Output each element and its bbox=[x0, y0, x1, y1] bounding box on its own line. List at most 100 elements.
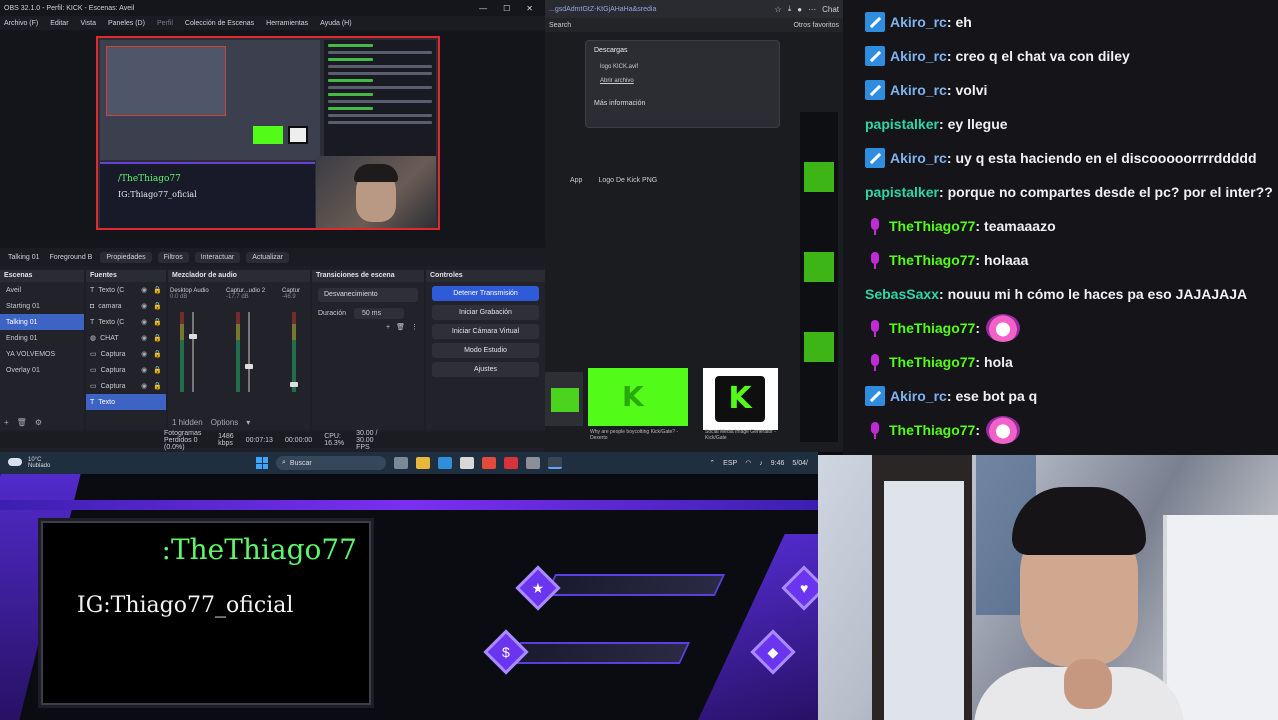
trash-icon[interactable]: 🗑 bbox=[17, 418, 27, 427]
menu-perfil[interactable]: Perfil bbox=[157, 20, 173, 27]
lock-icon[interactable]: 🔒 bbox=[153, 302, 162, 310]
app-tab[interactable]: App bbox=[570, 177, 582, 184]
source-item[interactable]: ▭ Captura ◉ 🔒 bbox=[86, 346, 166, 362]
lock-icon[interactable]: 🔒 bbox=[153, 334, 162, 342]
chat-username[interactable]: TheThiago77 bbox=[889, 320, 975, 336]
search-query[interactable]: Logo De Kick PNG bbox=[598, 177, 657, 184]
virtual-camera-button[interactable]: Iniciar Cámara Virtual bbox=[432, 324, 539, 339]
eye-icon[interactable]: ◉ bbox=[141, 382, 147, 390]
lock-icon[interactable]: 🔒 bbox=[153, 382, 162, 390]
menu-archivo[interactable]: Archivo (F) bbox=[4, 20, 38, 27]
eye-icon[interactable]: ◉ bbox=[141, 318, 147, 326]
thumbnail-caption[interactable]: Why are people boycotting Kick/Gate? - D… bbox=[590, 429, 690, 441]
lock-icon[interactable]: 🔒 bbox=[153, 350, 162, 358]
fader-knob[interactable] bbox=[245, 364, 253, 369]
store-icon[interactable] bbox=[460, 457, 474, 469]
download-file[interactable]: logo KICK.avif bbox=[586, 60, 779, 74]
chevron-up-icon[interactable]: ⌃ bbox=[709, 459, 715, 467]
source-item-selected[interactable]: T Texto bbox=[86, 394, 166, 410]
chat-username[interactable]: TheThiago77 bbox=[889, 218, 975, 234]
options-button[interactable]: Options bbox=[211, 418, 239, 427]
address-bar[interactable]: ...gsdAdmtGtZ-KtGjAHaHa&sredia bbox=[549, 6, 769, 13]
chat-username[interactable]: Akiro_rc bbox=[890, 388, 947, 404]
clock[interactable]: 9:46 bbox=[771, 460, 785, 467]
more-icon[interactable]: ⋯ bbox=[808, 5, 816, 14]
star-icon[interactable]: ☆ bbox=[775, 5, 782, 14]
add-icon[interactable]: + bbox=[4, 418, 9, 427]
eye-icon[interactable]: ◉ bbox=[141, 350, 147, 358]
chat-username[interactable]: TheThiago77 bbox=[889, 422, 975, 438]
app-icon[interactable] bbox=[504, 457, 518, 469]
add-icon[interactable]: + bbox=[386, 324, 390, 331]
scene-item[interactable]: Starting 01 bbox=[0, 298, 84, 314]
volume-fader[interactable] bbox=[192, 312, 194, 392]
settings-button[interactable]: Ajustes bbox=[432, 362, 539, 377]
filters-button[interactable]: Filtros bbox=[157, 251, 189, 263]
kick-logo-dark-thumbnail[interactable]: K bbox=[703, 368, 778, 430]
more-icon[interactable]: ⋮ bbox=[411, 323, 418, 331]
chevron-down-icon[interactable]: ▾ bbox=[246, 418, 250, 427]
transition-select[interactable]: Desvanecimiento bbox=[318, 288, 418, 302]
menu-vista[interactable]: Vista bbox=[81, 20, 96, 27]
interact-button[interactable]: Interactuar bbox=[194, 251, 241, 263]
program-preview[interactable]: /TheThiago77 IG:Thiago77_oficial bbox=[96, 36, 440, 230]
chat-username[interactable]: papistalker bbox=[865, 184, 939, 200]
eye-icon[interactable]: ◉ bbox=[141, 366, 147, 374]
chat-button[interactable]: Chat bbox=[822, 5, 839, 14]
source-item[interactable]: ▭ Captura ◉ 🔒 bbox=[86, 362, 166, 378]
source-item[interactable]: ▭ Captura ◉ 🔒 bbox=[86, 378, 166, 394]
source-item[interactable]: ◘ camara ◉ 🔒 bbox=[86, 298, 166, 314]
chat-username[interactable]: Akiro_rc bbox=[890, 82, 947, 98]
chat-username[interactable]: Akiro_rc bbox=[890, 14, 947, 30]
chrome-icon[interactable] bbox=[482, 457, 496, 469]
minimize-icon[interactable]: — bbox=[479, 4, 487, 13]
edge-icon[interactable] bbox=[438, 457, 452, 469]
other-bookmarks[interactable]: Otros favoritos bbox=[793, 22, 839, 29]
kick-logo-thumbnail[interactable]: K bbox=[588, 368, 688, 426]
menu-herramientas[interactable]: Herramientas bbox=[266, 20, 308, 27]
lang-indicator[interactable]: ESP bbox=[723, 460, 737, 467]
menu-coleccion[interactable]: Colección de Escenas bbox=[185, 20, 254, 27]
settings-icon[interactable] bbox=[526, 457, 540, 469]
settings-icon[interactable]: ⚙ bbox=[35, 418, 42, 427]
chat-username[interactable]: papistalker bbox=[865, 116, 939, 132]
side-image-strip[interactable] bbox=[800, 112, 838, 442]
open-file-link[interactable]: Abrir archivo bbox=[586, 74, 779, 88]
chat-username[interactable]: SebasSaxx bbox=[865, 286, 939, 302]
duration-input[interactable]: 50 ms bbox=[354, 308, 405, 319]
close-icon[interactable]: ✕ bbox=[526, 4, 533, 13]
menu-ayuda[interactable]: Ayuda (H) bbox=[320, 20, 351, 27]
more-info-link[interactable]: Más información bbox=[586, 88, 779, 119]
scene-item[interactable]: Aveil bbox=[0, 282, 84, 298]
chat-username[interactable]: Akiro_rc bbox=[890, 150, 947, 166]
trash-icon[interactable]: 🗑 bbox=[396, 323, 405, 331]
source-item[interactable]: ◍ CHAT ◉ 🔒 bbox=[86, 330, 166, 346]
thumbnail-caption[interactable]: Social Media Image Generator - Kick/Gate bbox=[705, 429, 780, 441]
fader-knob[interactable] bbox=[290, 382, 298, 387]
profile-icon[interactable]: ● bbox=[797, 5, 802, 14]
stop-stream-button[interactable]: Detener Transmisión bbox=[432, 286, 539, 301]
file-explorer-icon[interactable] bbox=[416, 457, 430, 469]
scene-item[interactable]: YA VOLVEMOS bbox=[0, 346, 84, 362]
lock-icon[interactable]: 🔒 bbox=[153, 286, 162, 294]
chat-username[interactable]: TheThiago77 bbox=[889, 252, 975, 268]
task-view-icon[interactable] bbox=[394, 457, 408, 469]
scene-item[interactable]: Ending 01 bbox=[0, 330, 84, 346]
wifi-icon[interactable]: ◠ bbox=[745, 459, 751, 467]
eye-icon[interactable]: ◉ bbox=[141, 334, 147, 342]
scene-item-selected[interactable]: Talking 01 bbox=[0, 314, 84, 330]
weather-widget[interactable]: 10°C Nublado bbox=[0, 457, 250, 469]
menu-paneles[interactable]: Paneles (D) bbox=[108, 20, 145, 27]
obs-icon[interactable] bbox=[548, 457, 562, 469]
windows-start-icon[interactable] bbox=[256, 457, 268, 469]
taskbar-search[interactable]: ⌕ Buscar bbox=[276, 456, 386, 470]
menu-editar[interactable]: Editar bbox=[50, 20, 68, 27]
chat-username[interactable]: Akiro_rc bbox=[890, 48, 947, 64]
eye-icon[interactable]: ◉ bbox=[141, 286, 147, 294]
lock-icon[interactable]: 🔒 bbox=[153, 366, 162, 374]
maximize-icon[interactable]: ☐ bbox=[503, 4, 510, 13]
start-recording-button[interactable]: Iniciar Grabación bbox=[432, 305, 539, 320]
refresh-button[interactable]: Actualizar bbox=[246, 251, 289, 263]
volume-fader[interactable] bbox=[248, 312, 250, 392]
lock-icon[interactable]: 🔒 bbox=[153, 318, 162, 326]
